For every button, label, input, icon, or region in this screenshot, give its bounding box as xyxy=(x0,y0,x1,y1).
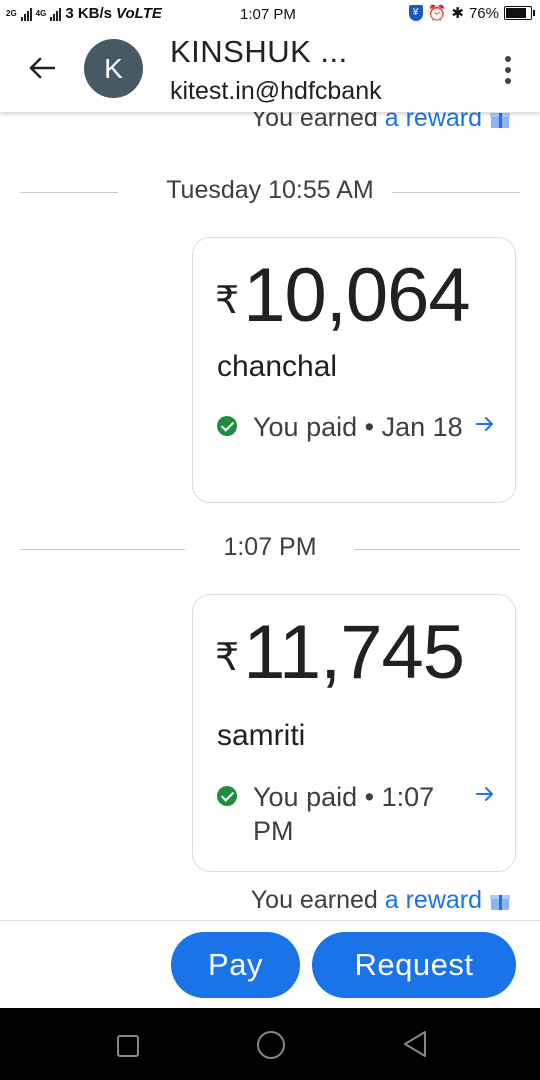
battery-icon xyxy=(504,6,535,20)
payment-status-text: You paid • Jan 18 xyxy=(253,412,463,442)
network-2g-label: 2G xyxy=(6,8,17,18)
separator-line xyxy=(354,549,520,550)
reward-prefix: You earned xyxy=(250,886,385,914)
reward-banner-top: You earned a reward xyxy=(251,112,510,133)
reward-banner-bottom: You earned a reward xyxy=(251,886,510,915)
arrow-right-icon[interactable] xyxy=(473,412,497,436)
contact-name[interactable]: KINSHUK ... xyxy=(170,34,348,70)
dot-icon xyxy=(505,67,511,73)
signal-strength-icon-2 xyxy=(50,7,62,21)
chat-header: K KINSHUK ... kitest.in@hdfcbank xyxy=(0,28,540,112)
payment-card[interactable]: ₹ 10,064 chanchal You paid • Jan 18 xyxy=(192,237,516,503)
payment-card[interactable]: ₹ 11,745 samriti You paid • 1:07 PM xyxy=(192,594,516,872)
battery-percent: 76% xyxy=(468,4,499,22)
arrow-right-icon[interactable] xyxy=(473,782,497,806)
back-triangle-icon[interactable] xyxy=(402,1030,428,1058)
network-4g-label: 4G xyxy=(35,8,47,18)
dot-icon xyxy=(505,78,511,84)
dot-icon xyxy=(505,56,511,62)
date-separator-label: 1:07 PM xyxy=(223,533,317,561)
date-separator-label: Tuesday 10:55 AM xyxy=(166,176,374,204)
amount-value: 11,745 xyxy=(243,610,465,695)
pay-button[interactable]: Pay xyxy=(171,932,300,998)
home-icon[interactable] xyxy=(257,1031,285,1059)
system-nav-bar xyxy=(0,1008,540,1080)
volte-label: VoLTE xyxy=(116,5,162,22)
currency-symbol: ₹ xyxy=(215,637,240,679)
status-right: ¥ ⏰ ✱ 76% xyxy=(408,4,535,22)
check-circle-icon xyxy=(217,786,237,806)
payee-name: chanchal xyxy=(217,350,338,383)
bluetooth-icon: ✱ xyxy=(451,5,464,22)
status-time: 1:07 PM xyxy=(240,6,296,23)
gift-icon xyxy=(490,892,510,911)
reward-link[interactable]: a reward xyxy=(385,886,482,914)
signal-strength-icon xyxy=(20,7,32,21)
chat-history[interactable]: You earned a reward Tuesday 10:55 AM ₹ 1… xyxy=(0,112,540,920)
network-speed: 3 KB/s xyxy=(65,5,113,22)
back-button[interactable] xyxy=(26,52,58,84)
recent-apps-icon[interactable] xyxy=(117,1035,139,1057)
status-left: 2G 4G 3 KB/s VoLTE xyxy=(6,5,162,22)
network-tag: 2G xyxy=(6,8,17,18)
request-button[interactable]: Request xyxy=(312,932,516,998)
shield-icon: ¥ xyxy=(408,5,423,21)
avatar[interactable]: K xyxy=(84,39,143,98)
arrow-left-icon xyxy=(29,57,55,79)
separator-line xyxy=(392,192,520,193)
amount-value: 10,064 xyxy=(243,253,470,338)
payment-amount: ₹ 11,745 xyxy=(215,609,465,697)
currency-symbol: ₹ xyxy=(215,280,240,322)
gift-icon xyxy=(490,112,510,129)
date-separator: Tuesday 10:55 AM xyxy=(20,172,520,212)
date-separator: 1:07 PM xyxy=(20,529,520,569)
alarm-icon: ⏰ xyxy=(427,5,447,22)
action-bar: Pay Request xyxy=(0,920,540,1011)
status-bar: 2G 4G 3 KB/s VoLTE 1:07 PM ¥ ⏰ ✱ 76% xyxy=(0,0,540,28)
check-circle-icon xyxy=(217,416,237,436)
payment-status-text: You paid • 1:07 PM xyxy=(253,782,435,846)
reward-link[interactable]: a reward xyxy=(385,112,482,132)
payment-amount: ₹ 10,064 xyxy=(215,252,471,340)
battery-fill xyxy=(506,8,526,18)
contact-upi-id: kitest.in@hdfcbank xyxy=(170,77,382,105)
payee-name: samriti xyxy=(217,719,306,752)
reward-prefix: You earned xyxy=(250,112,385,132)
more-options-button[interactable] xyxy=(502,56,514,84)
